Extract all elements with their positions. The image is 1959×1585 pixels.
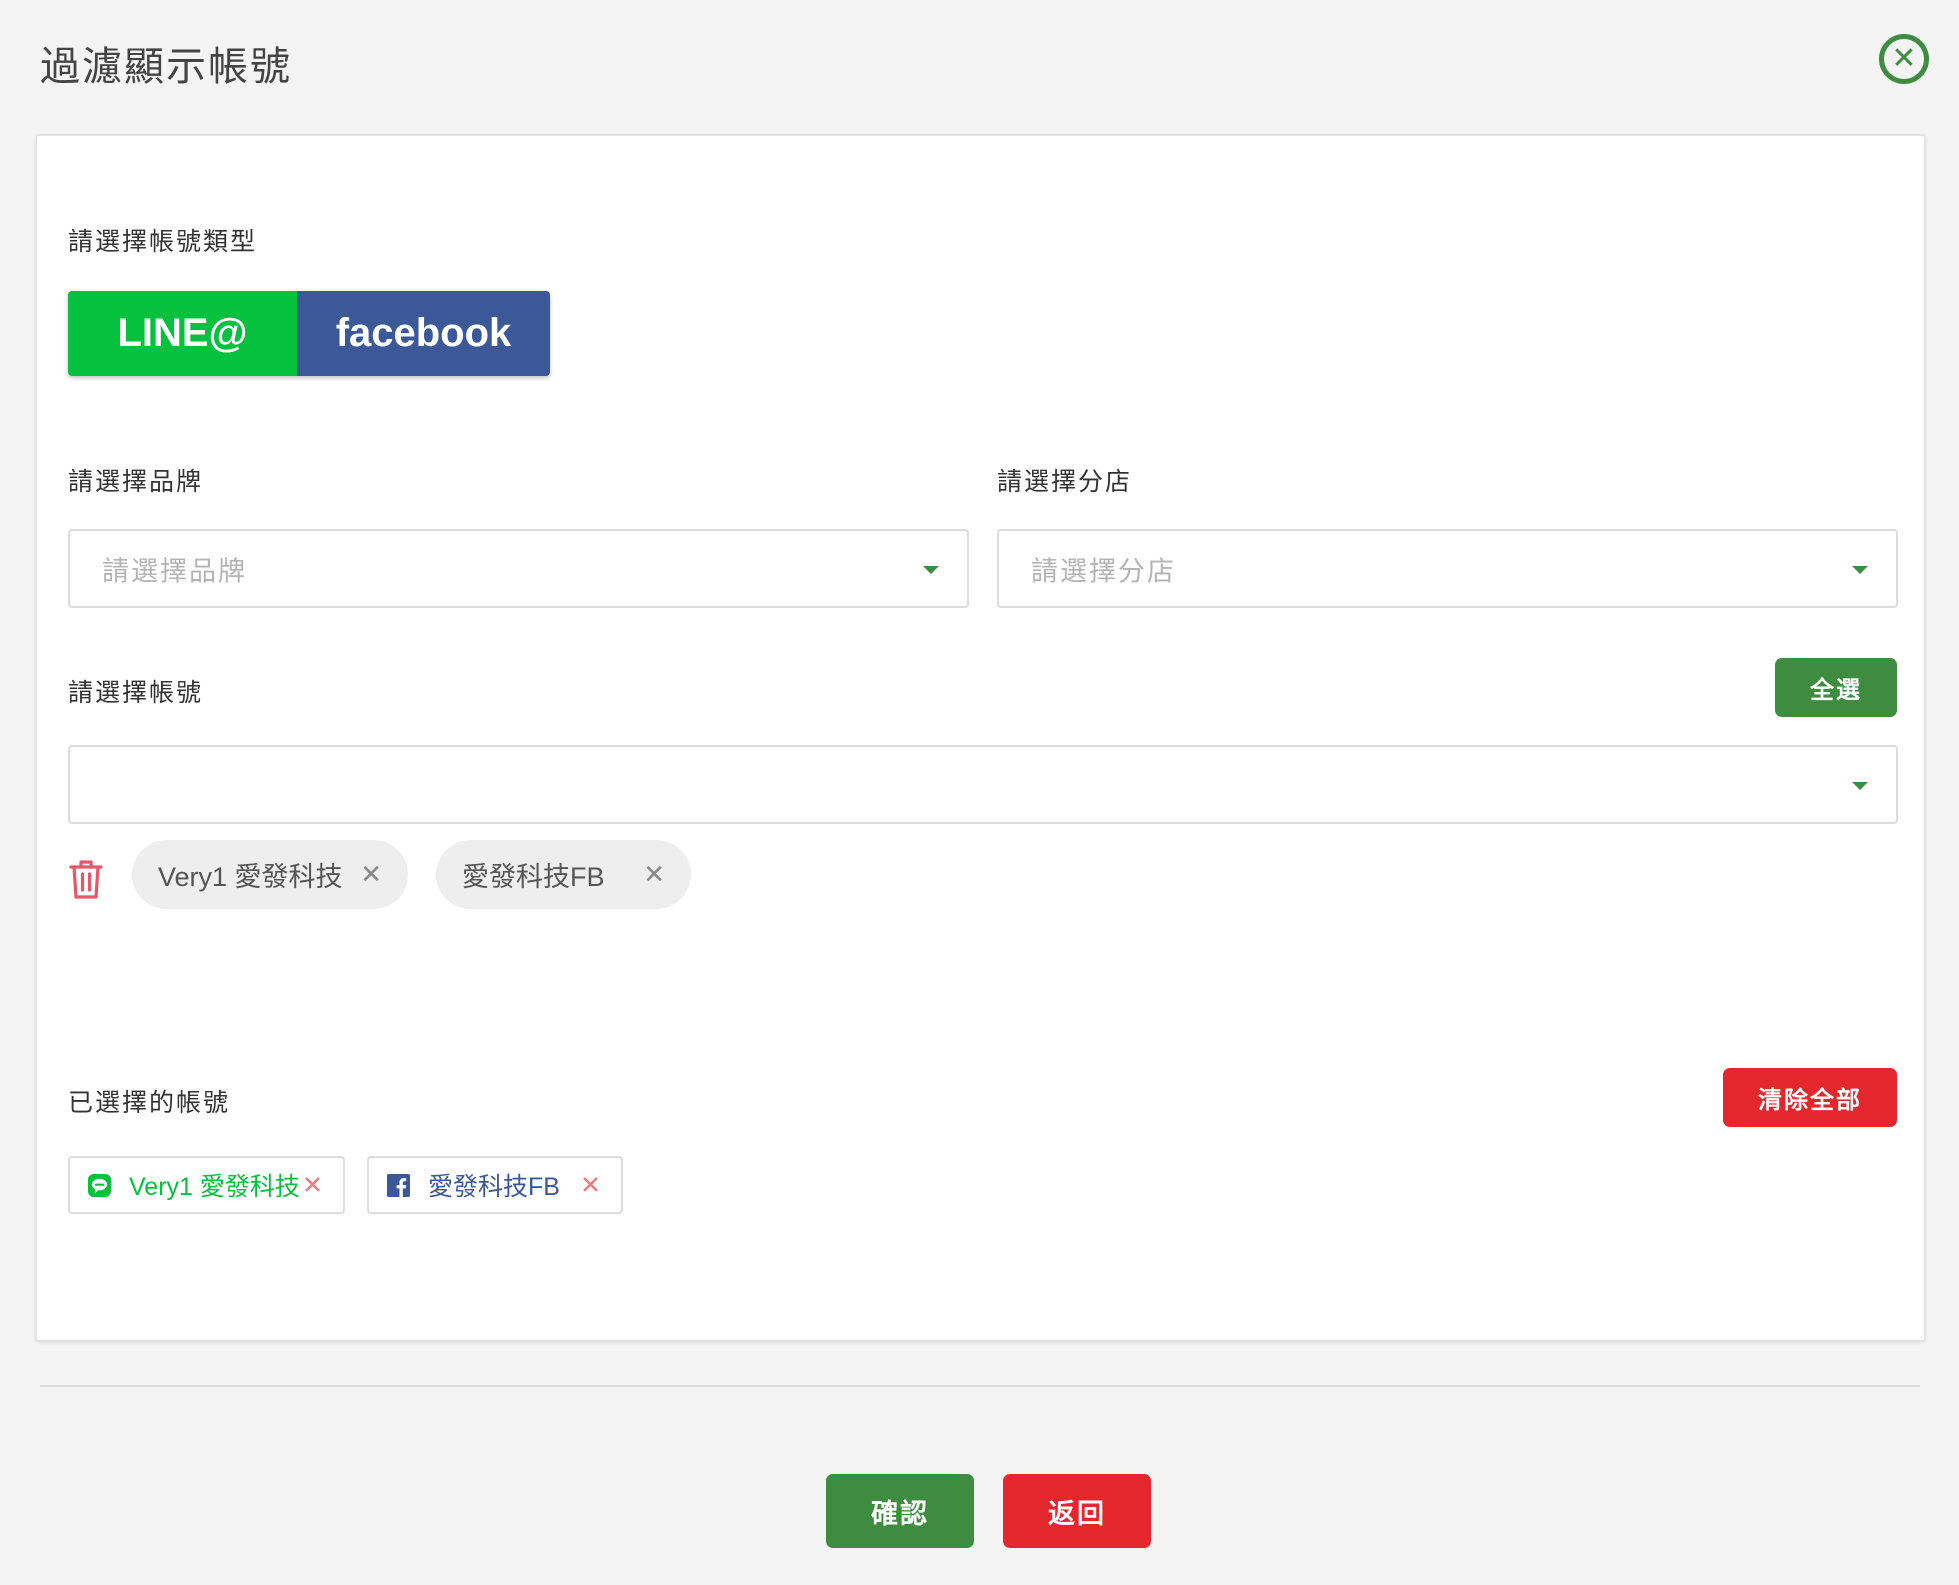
filter-card: 請選擇帳號類型 LINE@ facebook 請選擇品牌 請選擇分店 請選擇品牌…	[35, 134, 1926, 1342]
account-chip: Very1 愛發科技 ✕	[132, 840, 408, 909]
chevron-down-icon	[923, 565, 939, 574]
line-type-button[interactable]: LINE@	[68, 291, 297, 376]
selected-account-tag: Very1 愛發科技 ✕	[68, 1156, 345, 1214]
brand-select-placeholder: 請選擇品牌	[102, 556, 247, 587]
account-type-label: 請選擇帳號類型	[68, 227, 258, 256]
account-type-toggle: LINE@ facebook	[68, 291, 550, 376]
line-icon	[88, 1173, 111, 1197]
clear-all-button[interactable]: 清除全部	[1723, 1068, 1897, 1127]
branch-label: 請選擇分店	[997, 467, 1133, 496]
facebook-type-button[interactable]: facebook	[297, 291, 550, 376]
selected-account-label: Very1 愛發科技	[129, 1173, 300, 1201]
branch-select-placeholder: 請選擇分店	[1031, 556, 1176, 587]
facebook-icon	[387, 1173, 410, 1197]
selected-accounts-label: 已選擇的帳號	[68, 1088, 231, 1117]
account-label: 請選擇帳號	[68, 678, 204, 707]
dialog-title: 過濾顯示帳號	[40, 44, 292, 90]
select-all-button[interactable]: 全選	[1775, 658, 1897, 717]
account-select[interactable]	[68, 745, 1898, 824]
remove-tag-icon[interactable]: ✕	[580, 1171, 601, 1200]
close-icon: ✕	[1891, 41, 1917, 76]
remove-tag-icon[interactable]: ✕	[302, 1171, 323, 1200]
remove-chip-icon[interactable]: ✕	[643, 860, 665, 890]
chevron-down-icon	[1852, 565, 1868, 574]
footer-divider	[40, 1385, 1920, 1387]
brand-select[interactable]: 請選擇品牌	[68, 529, 969, 608]
chevron-down-icon	[1852, 781, 1868, 790]
account-chip-label: Very1 愛發科技	[158, 862, 343, 892]
back-button[interactable]: 返回	[1003, 1474, 1151, 1548]
remove-chip-icon[interactable]: ✕	[360, 860, 382, 890]
selected-account-label: 愛發科技FB	[428, 1173, 560, 1201]
account-chip: 愛發科技FB ✕	[436, 840, 691, 909]
dialog-header: 過濾顯示帳號 ✕	[0, 0, 1959, 120]
branch-select[interactable]: 請選擇分店	[997, 529, 1898, 608]
trash-icon[interactable]	[69, 858, 103, 900]
account-chip-label: 愛發科技FB	[462, 862, 605, 892]
confirm-button[interactable]: 確認	[826, 1474, 974, 1548]
selected-account-tag: 愛發科技FB ✕	[367, 1156, 623, 1214]
close-button[interactable]: ✕	[1879, 34, 1929, 84]
brand-label: 請選擇品牌	[68, 467, 204, 496]
